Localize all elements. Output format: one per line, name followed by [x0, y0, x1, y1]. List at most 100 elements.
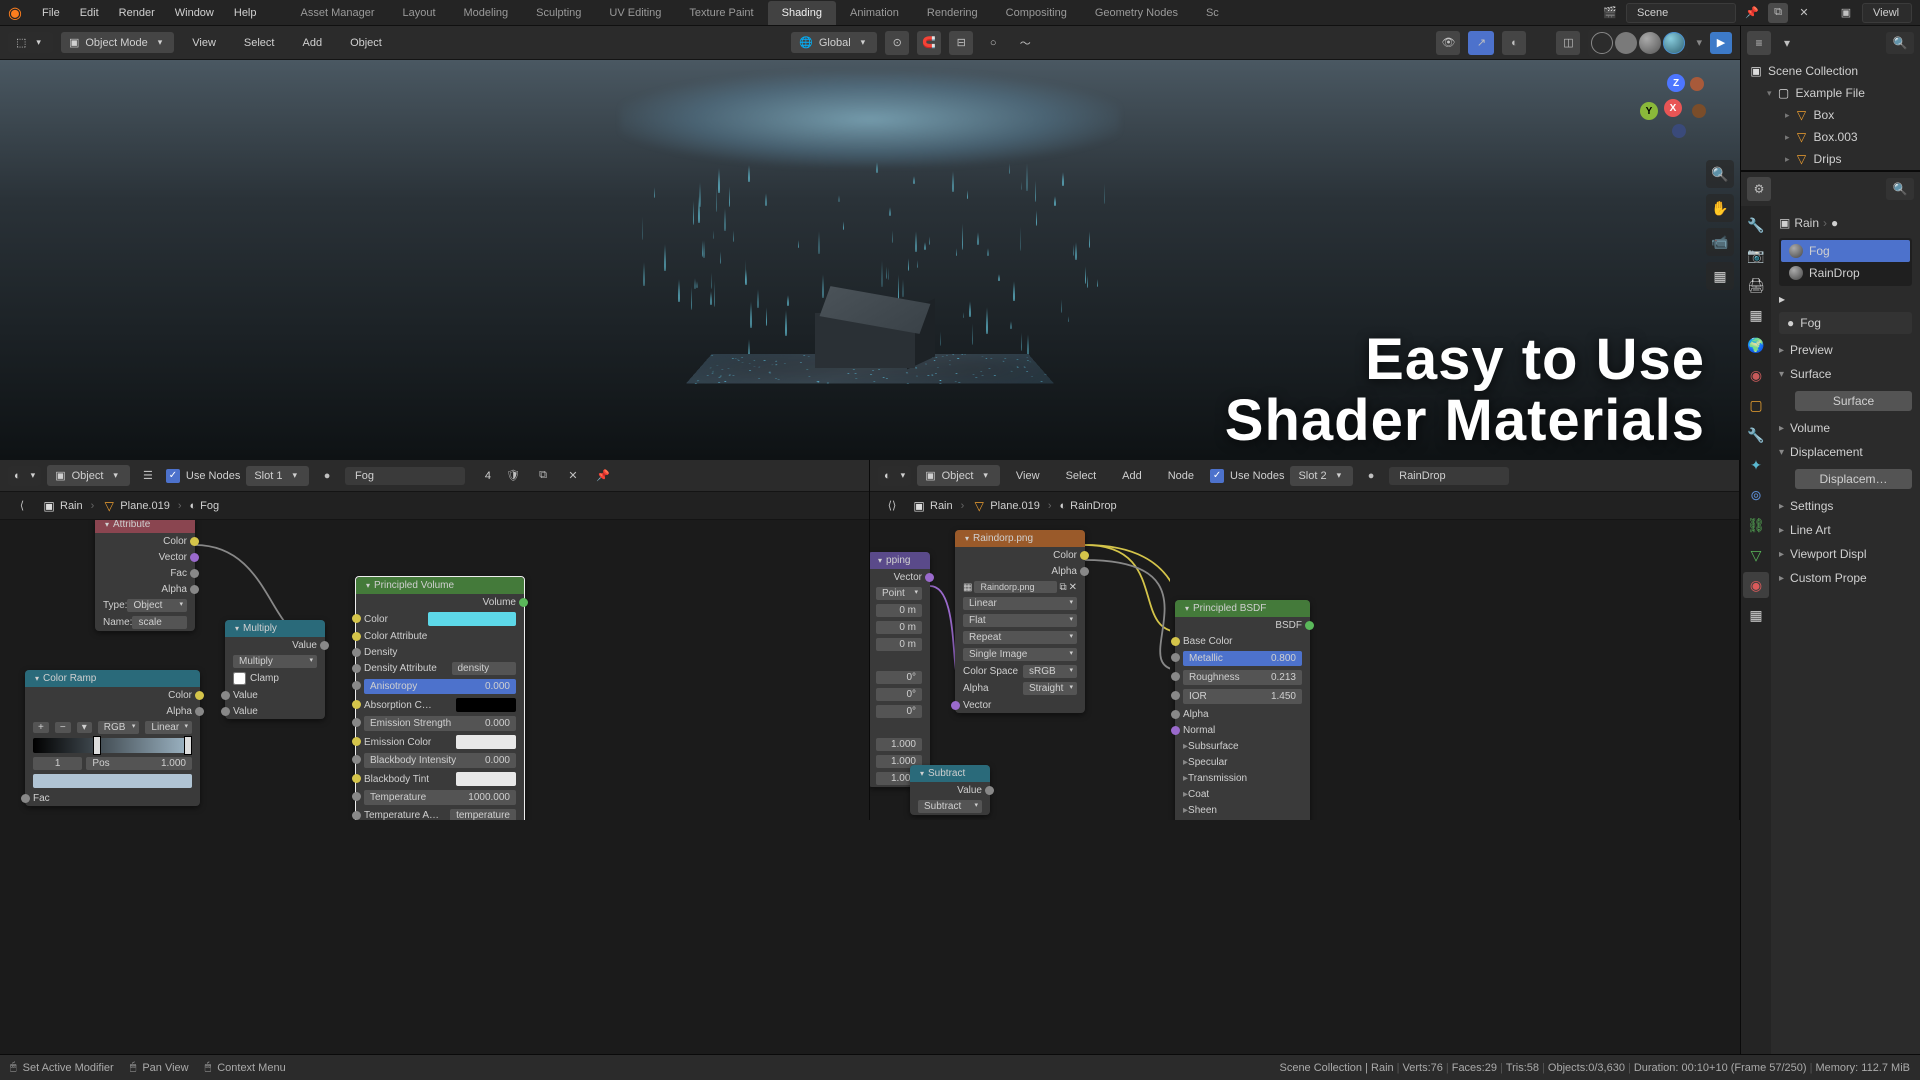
ws-asset[interactable]: Asset Manager — [287, 1, 389, 25]
node-image-texture[interactable]: Raindorp.png Color Alpha ▦Raindorp.png⧉✕… — [955, 530, 1085, 713]
filter-icon[interactable]: ▾ — [1775, 31, 1799, 55]
ol-box[interactable]: ▸▽Box — [1741, 104, 1920, 126]
ws-animation[interactable]: Animation — [836, 1, 913, 25]
panel-surface[interactable]: ▾Surface — [1779, 362, 1912, 386]
bread-obj[interactable]: ▣Rain — [42, 499, 83, 513]
use-nodes-check-r[interactable]: ✓ — [1210, 469, 1224, 483]
ws-texpaint[interactable]: Texture Paint — [675, 1, 767, 25]
ol-drips[interactable]: ▸▽Drips — [1741, 148, 1920, 170]
bread-mesh-r[interactable]: ▽Plane.019 — [972, 499, 1040, 513]
ne-add[interactable]: Add — [1112, 464, 1152, 488]
shield-icon[interactable]: 🛡 — [501, 464, 525, 488]
tab-world[interactable]: ◉ — [1743, 362, 1769, 388]
menu-render[interactable]: Render — [109, 1, 165, 25]
mat-ball-icon-r[interactable]: ● — [1359, 464, 1383, 488]
panel-displacement[interactable]: ▾Displacement — [1779, 440, 1912, 464]
tab-view[interactable]: ▦ — [1743, 302, 1769, 328]
bread-obj-r[interactable]: ▣Rain — [912, 499, 953, 513]
layer-icon[interactable]: ▣ — [1836, 3, 1856, 23]
slot-dropdown-r[interactable]: Slot 2 — [1290, 466, 1353, 486]
outliner-search[interactable]: 🔍 — [1886, 32, 1914, 54]
perspective-icon[interactable]: ▦ — [1706, 262, 1734, 290]
snap-icon[interactable]: 🧲 — [917, 31, 941, 55]
ws-sculpting[interactable]: Sculpting — [522, 1, 595, 25]
menu-file[interactable]: File — [32, 1, 70, 25]
slot-dropdown-l[interactable]: Slot 1 — [246, 466, 309, 486]
ne-shader-type-l[interactable]: ▣Object — [47, 465, 130, 486]
gizmo-z[interactable]: Z — [1667, 74, 1685, 92]
node-color-ramp[interactable]: Color Ramp Color Alpha + − ▾ RGB Linear … — [25, 670, 200, 806]
back-icon[interactable]: ⟨ — [10, 494, 34, 518]
material-shading[interactable] — [1639, 32, 1661, 54]
ol-collection[interactable]: ▾▢Example File — [1741, 82, 1920, 104]
ws-modeling[interactable]: Modeling — [450, 1, 523, 25]
panel-settings[interactable]: ▸Settings — [1779, 494, 1912, 518]
surface-field[interactable]: Surface — [1795, 391, 1912, 411]
panel-viewport[interactable]: ▸Viewport Displ — [1779, 542, 1912, 566]
viewlayer-field[interactable]: Viewl — [1862, 3, 1912, 23]
bread-mat[interactable]: ◐Fog — [190, 500, 220, 512]
ol-box003[interactable]: ▸▽Box.003 — [1741, 126, 1920, 148]
camera-icon[interactable]: 📹 — [1706, 228, 1734, 256]
xray-icon[interactable]: ◫ — [1556, 31, 1580, 55]
panel-lineart[interactable]: ▸Line Art — [1779, 518, 1912, 542]
copy-icon[interactable]: ⧉ — [1768, 3, 1788, 23]
node-mapping[interactable]: pping Vector Point 0 m 0 m 0 m 0° 0° 0° … — [870, 552, 930, 787]
ws-sc[interactable]: Sc — [1192, 1, 1233, 25]
viewport[interactable]: Easy to Use Shader Materials Z Y X 🔍 ✋ 📹… — [0, 60, 1740, 460]
ol-scene-collection[interactable]: ▣Scene Collection — [1741, 60, 1920, 82]
bread-mat-r[interactable]: ◐RainDrop — [1060, 500, 1117, 512]
unlink-icon[interactable]: ✕ — [561, 464, 585, 488]
visibility-icon[interactable]: 👁 — [1436, 31, 1460, 55]
tab-object[interactable]: ▢ — [1743, 392, 1769, 418]
mode-dropdown[interactable]: ▣Object Mode — [61, 32, 174, 53]
scene-field[interactable]: Scene — [1626, 3, 1736, 23]
pivot-icon[interactable]: ⊙ — [885, 31, 909, 55]
preview-play-icon[interactable]: ▸ — [1779, 292, 1912, 306]
vp-select[interactable]: Select — [234, 31, 285, 55]
ne-select[interactable]: Select — [1056, 464, 1107, 488]
displacement-field[interactable]: Displacem… — [1795, 469, 1912, 489]
ws-uv[interactable]: UV Editing — [595, 1, 675, 25]
list-icon[interactable]: ☰ — [136, 464, 160, 488]
ws-compositing[interactable]: Compositing — [992, 1, 1081, 25]
mat-name-l[interactable]: Fog — [345, 467, 465, 485]
node-principled-volume[interactable]: Principled Volume Volume Color Color Att… — [355, 576, 525, 820]
ne-node[interactable]: Node — [1158, 464, 1204, 488]
props-type-icon[interactable]: ⚙ — [1747, 177, 1771, 201]
use-nodes-check-l[interactable]: ✓ — [166, 469, 180, 483]
proportional-icon[interactable]: ○ — [981, 31, 1005, 55]
pin-icon[interactable]: 📌 — [1742, 3, 1762, 23]
tab-material[interactable]: ◉ — [1743, 572, 1769, 598]
tab-output[interactable]: 🖨 — [1743, 272, 1769, 298]
pin-icon-l[interactable]: 📌 — [591, 464, 615, 488]
mat-fog[interactable]: Fog — [1781, 240, 1910, 262]
ws-geonodes[interactable]: Geometry Nodes — [1081, 1, 1192, 25]
bread-mesh[interactable]: ▽Plane.019 — [102, 499, 170, 513]
dup-icon[interactable]: ⧉ — [531, 464, 555, 488]
props-search[interactable]: 🔍 — [1886, 178, 1914, 200]
scene-icon[interactable]: 🎬 — [1600, 3, 1620, 23]
snap-to-icon[interactable]: ⊟ — [949, 31, 973, 55]
mat-raindrop[interactable]: RainDrop — [1781, 262, 1910, 284]
gizmo-x[interactable]: X — [1664, 99, 1682, 117]
ws-shading[interactable]: Shading — [768, 1, 836, 25]
orientation[interactable]: 🌐Global — [791, 32, 877, 53]
tab-render[interactable]: 📷 — [1743, 242, 1769, 268]
mat-name-field[interactable]: ●Fog — [1779, 312, 1912, 334]
tab-constraint[interactable]: ⛓ — [1743, 512, 1769, 538]
gizmo-y[interactable]: Y — [1640, 102, 1658, 120]
node-multiply[interactable]: Multiply Value Multiply Clamp Value Valu… — [225, 620, 325, 719]
pan-icon[interactable]: ✋ — [1706, 194, 1734, 222]
tab-modifier[interactable]: 🔧 — [1743, 422, 1769, 448]
mat-ball-icon[interactable]: ● — [315, 464, 339, 488]
nav-gizmo[interactable]: Z Y X — [1642, 74, 1710, 142]
vp-object[interactable]: Object — [340, 31, 392, 55]
ne-view[interactable]: View — [1006, 464, 1050, 488]
tab-texture[interactable]: ▦ — [1743, 602, 1769, 628]
tab-particles[interactable]: ✦ — [1743, 452, 1769, 478]
curve-icon[interactable]: 〜 — [1013, 31, 1037, 55]
wire-shading[interactable] — [1591, 32, 1613, 54]
node-attribute[interactable]: Attribute Color Vector Fac Alpha Type:Ob… — [95, 516, 195, 631]
overlay-icon[interactable]: ◐ — [1502, 31, 1526, 55]
